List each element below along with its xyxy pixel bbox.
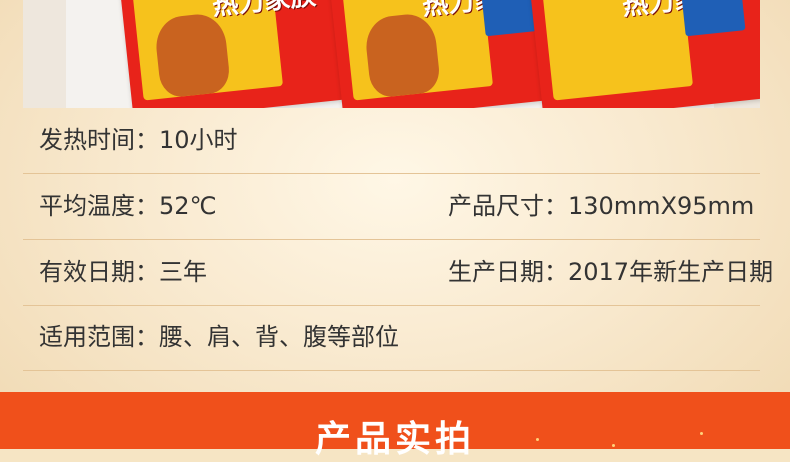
validity-text: 有效日期：三年	[39, 258, 207, 286]
spec-row-usage: 适用范围：腰、肩、背、腹等部位	[23, 305, 760, 371]
heat-pack-image: 热力家族	[529, 0, 760, 108]
spec-row-temp-size: 平均温度：52℃ 产品尺寸：130mmX95mm	[23, 174, 760, 240]
heating-time-text: 发热时间：10小时	[39, 126, 238, 154]
section-title: 产品实拍	[314, 419, 475, 460]
photo-background: 热力家族 热力家族 热力家族	[66, 0, 760, 108]
heat-pack-image: 热力家族	[119, 0, 363, 108]
production-date-text: 生产日期：2017年新生产日期	[448, 258, 774, 286]
size-text: 产品尺寸：130mmX95mm	[448, 192, 755, 220]
spec-row-validity-date: 有效日期：三年 生产日期：2017年新生产日期	[23, 240, 773, 306]
product-photo: 热力家族 热力家族 热力家族	[23, 0, 760, 108]
spec-row-heating-time: 发热时间：10小时	[23, 108, 760, 174]
avg-temp-text: 平均温度：52℃	[39, 192, 217, 220]
pack-badge	[681, 0, 746, 37]
usage-area-text: 适用范围：腰、肩、背、腹等部位	[39, 323, 399, 351]
